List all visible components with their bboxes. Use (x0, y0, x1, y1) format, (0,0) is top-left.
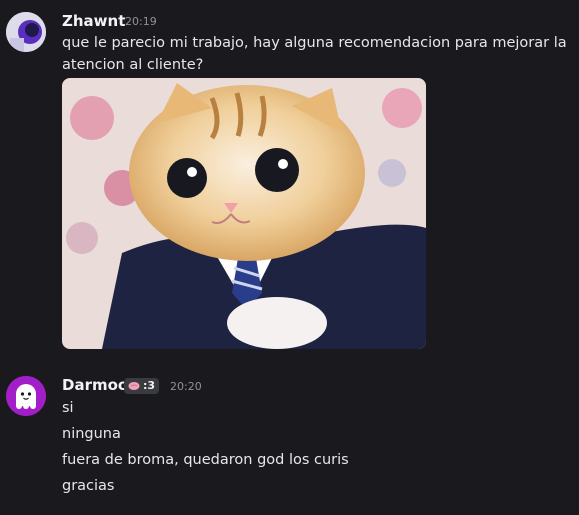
username-zhawnt[interactable]: Zhawnt (62, 12, 125, 30)
user-tag-text: :3 (143, 379, 156, 392)
image-attachment[interactable] (62, 78, 426, 349)
kitten-in-suit-image-icon (62, 78, 426, 349)
message-text: si (62, 400, 74, 416)
username-darmoo[interactable]: Darmoo (62, 376, 128, 394)
message-text: gracias (62, 478, 115, 494)
message-text: ninguna (62, 426, 121, 442)
user-tag[interactable]: :3 (124, 378, 160, 394)
pink-blob-icon (128, 382, 140, 390)
message-text: fuera de broma, quedaron god los curis (62, 452, 349, 468)
avatar-zhawnt[interactable] (6, 12, 46, 52)
message-text: atencion al cliente? (62, 57, 204, 73)
avatar-art-icon (6, 12, 46, 52)
timestamp: 20:19 (125, 15, 157, 28)
timestamp: 20:20 (170, 380, 202, 393)
ghost-avatar-icon (6, 376, 46, 416)
message-text: que le parecio mi trabajo, hay alguna re… (62, 35, 567, 51)
avatar-darmoo[interactable] (6, 376, 46, 416)
